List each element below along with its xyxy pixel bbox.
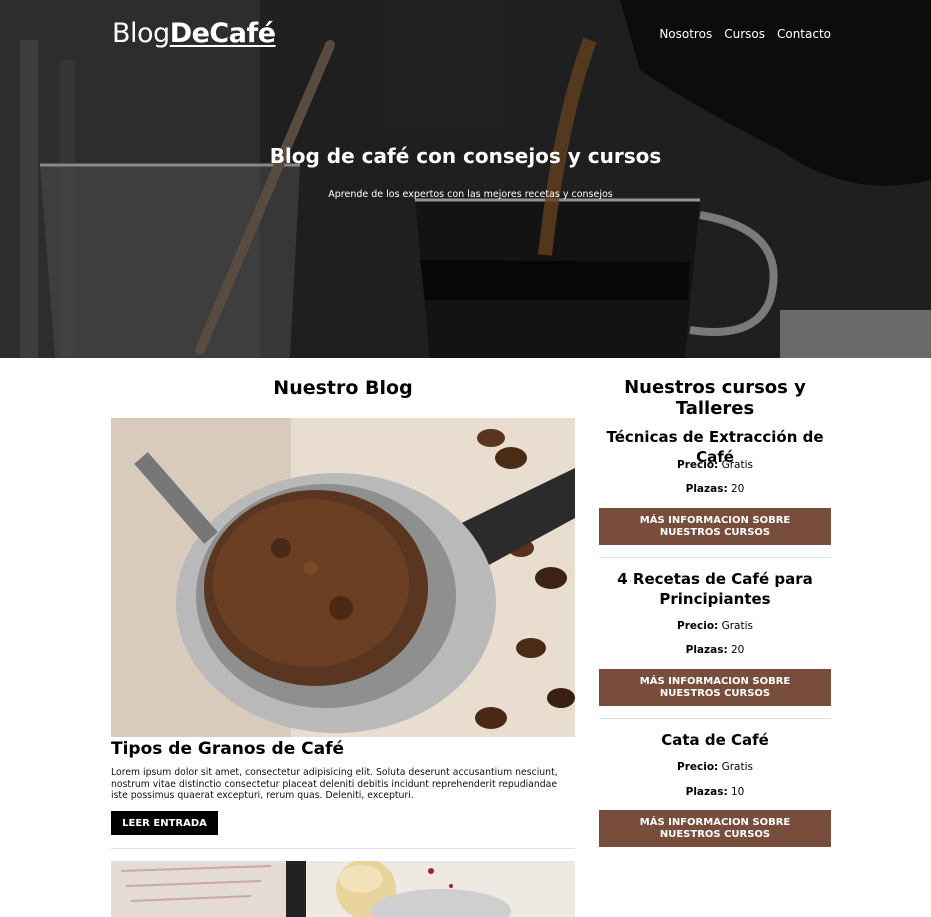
- price-label: Precio:: [677, 459, 719, 471]
- course-price: Precio: Gratis: [599, 620, 831, 632]
- course-title: Cata de Café: [661, 731, 769, 749]
- course-info-button[interactable]: MÁS INFORMACION SOBRE NUESTROS CURSOS: [599, 810, 831, 847]
- course-divider: [599, 557, 831, 558]
- seats-label: Plazas:: [685, 786, 728, 798]
- course-price: Precio: Gratis: [599, 761, 831, 773]
- nav-link-nosotros[interactable]: Nosotros: [659, 27, 712, 41]
- seats-value: 20: [731, 644, 745, 656]
- course-item: Cata de Café: [599, 730, 831, 750]
- post-image-coffee-grounds[interactable]: [111, 418, 575, 737]
- site-logo[interactable]: BlogDeCafé: [112, 18, 276, 49]
- post-divider: [111, 848, 575, 849]
- price-value: Gratis: [721, 761, 753, 773]
- seats-label: Plazas:: [685, 483, 728, 495]
- course-divider: [599, 718, 831, 719]
- read-post-button[interactable]: LEER ENTRADA: [111, 811, 218, 835]
- hero-subtitle: Aprende de los expertos con las mejores …: [328, 189, 613, 200]
- post-image-cupcake[interactable]: [111, 861, 575, 917]
- hero-title: Blog de café con consejos y cursos: [269, 144, 662, 168]
- post-excerpt: Lorem ipsum dolor sit amet, consectetur …: [111, 767, 558, 801]
- course-seats: Plazas: 20: [599, 644, 831, 656]
- course-info-button[interactable]: MÁS INFORMACION SOBRE NUESTROS CURSOS: [599, 508, 831, 545]
- course-seats: Plazas: 20: [599, 483, 831, 495]
- seats-value: 10: [731, 786, 745, 798]
- course-seats: Plazas: 10: [599, 786, 831, 798]
- course-item: 4 Recetas de Café para Principiantes: [599, 569, 831, 609]
- price-label: Precio:: [677, 761, 719, 773]
- nav-link-contacto[interactable]: Contacto: [777, 27, 831, 41]
- hero-overlay: [0, 0, 931, 358]
- courses-heading: Nuestros cursos y Talleres: [624, 377, 806, 419]
- nav-link-cursos[interactable]: Cursos: [724, 27, 765, 41]
- hero-header: BlogDeCafé Nosotros Cursos Contacto Blog…: [0, 0, 931, 358]
- course-title: 4 Recetas de Café para Principiantes: [617, 570, 813, 608]
- post-title[interactable]: Tipos de Granos de Café: [111, 739, 344, 759]
- course-price: Precio: Gratis: [599, 459, 831, 471]
- logo-light-text: Blog: [112, 18, 170, 49]
- price-label: Precio:: [677, 620, 719, 632]
- blog-heading: Nuestro Blog: [273, 377, 413, 399]
- price-value: Gratis: [721, 459, 753, 471]
- seats-label: Plazas:: [685, 644, 728, 656]
- main-nav: Nosotros Cursos Contacto: [659, 27, 831, 41]
- price-value: Gratis: [721, 620, 753, 632]
- seats-value: 20: [731, 483, 745, 495]
- course-info-button[interactable]: MÁS INFORMACION SOBRE NUESTROS CURSOS: [599, 669, 831, 706]
- logo-bold-text: DeCafé: [169, 18, 276, 49]
